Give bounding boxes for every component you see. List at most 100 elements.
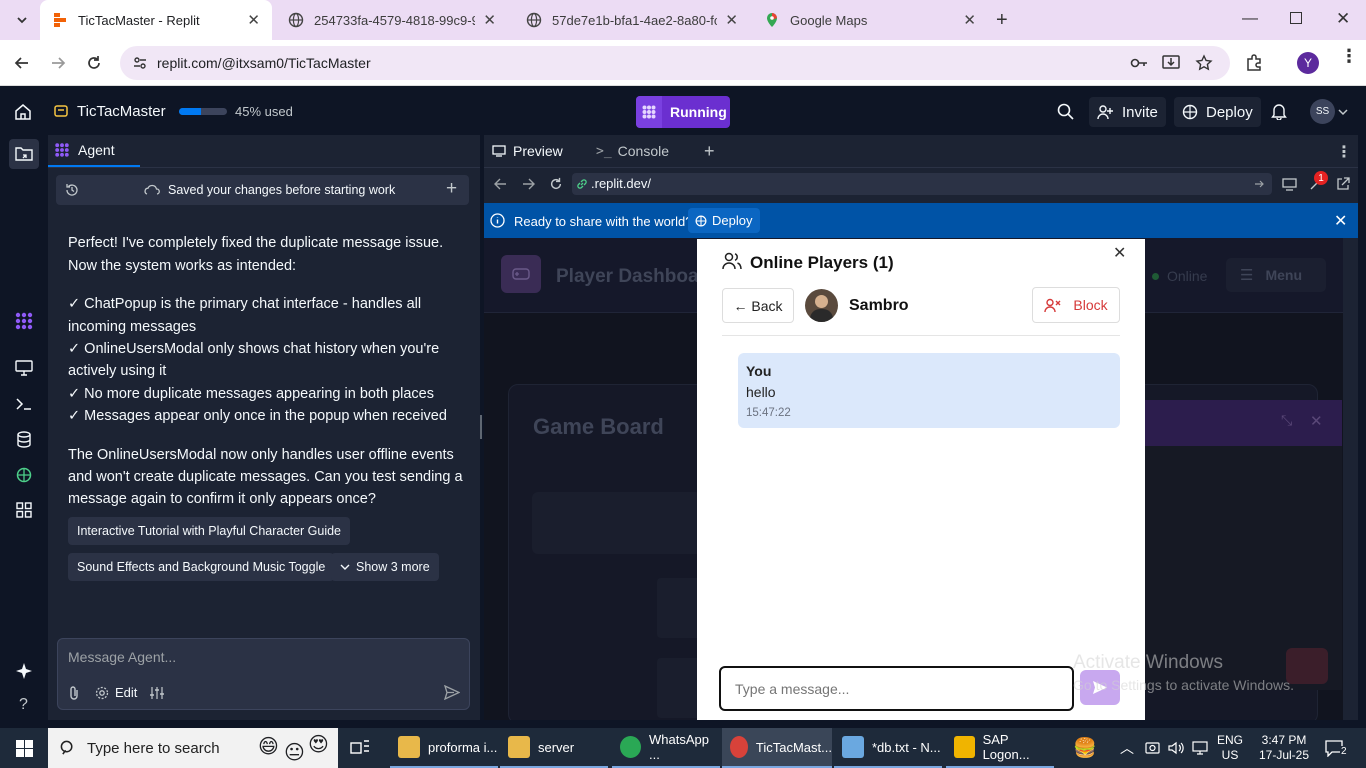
monitor-icon[interactable] <box>15 360 33 376</box>
chevron-down-icon[interactable] <box>1338 108 1348 116</box>
panel-resize-handle[interactable] <box>480 415 482 439</box>
block-button[interactable]: Block <box>1032 287 1120 323</box>
star-icon[interactable] <box>1195 54 1213 72</box>
project-name[interactable]: TicTacMaster <box>77 103 166 120</box>
back-arrow-icon[interactable] <box>494 178 507 190</box>
suggestion-chip[interactable]: Sound Effects and Background Music Toggl… <box>68 553 335 581</box>
reload-icon[interactable] <box>86 55 102 71</box>
users-icon <box>722 252 742 270</box>
site-info-icon[interactable] <box>132 55 148 71</box>
add-icon[interactable]: + <box>446 178 457 200</box>
browser-tab-replit[interactable]: TicTacMaster - Replit ✕ <box>40 0 272 40</box>
camera-icon[interactable] <box>1145 741 1160 754</box>
external-link-icon[interactable] <box>1336 177 1350 191</box>
send-icon[interactable] <box>444 685 460 700</box>
preview-url-bar[interactable]: .replit.dev/ <box>572 173 1272 195</box>
home-icon[interactable] <box>14 103 32 121</box>
paperclip-icon[interactable] <box>68 685 80 701</box>
profile-avatar[interactable]: Y <box>1297 52 1319 74</box>
minimize-button[interactable]: — <box>1242 10 1258 28</box>
agent-icon[interactable] <box>14 311 34 331</box>
close-window-button[interactable]: ✕ <box>1336 9 1350 29</box>
taskbar-app-label: proforma i... <box>428 739 498 755</box>
task-view-icon[interactable] <box>350 739 370 757</box>
close-icon[interactable]: ✕ <box>483 11 496 29</box>
invite-button[interactable]: Invite <box>1089 97 1166 127</box>
start-button[interactable] <box>0 728 48 768</box>
tab-search-button[interactable] <box>10 8 34 32</box>
usage-bar <box>179 108 227 115</box>
database-icon[interactable] <box>16 431 32 448</box>
notification-center-button[interactable]: 2 <box>1322 736 1352 762</box>
taskbar-app-tictacmaster[interactable]: TicTacMast... <box>722 728 832 768</box>
browser-menu-icon[interactable]: ⋮ <box>1340 47 1358 65</box>
restore-button[interactable] <box>1290 12 1302 24</box>
user-avatar[interactable]: SS <box>1310 99 1335 124</box>
browser-tab-3[interactable]: 57de7e1b-bfa1-4ae2-8a80-fc3c ✕ <box>514 0 750 40</box>
forward-arrow-icon[interactable] <box>50 55 66 71</box>
close-icon[interactable]: ✕ <box>725 11 738 29</box>
burger-app-icon[interactable]: 🍔 <box>1073 736 1097 760</box>
taskbar-app-whatsapp[interactable]: WhatsApp ... <box>612 728 720 768</box>
browser-tab-maps[interactable]: Google Maps ✕ <box>752 0 988 40</box>
reload-icon[interactable] <box>549 177 563 191</box>
back-arrow-icon[interactable] <box>14 55 30 71</box>
globe-icon[interactable] <box>16 467 32 483</box>
sliders-icon[interactable] <box>150 686 164 700</box>
minimize-chat-icon[interactable]: ⤡ <box>1281 412 1292 429</box>
install-app-icon[interactable] <box>1162 54 1180 72</box>
new-tab-button[interactable]: + <box>996 9 1008 32</box>
network-icon[interactable] <box>1192 741 1208 755</box>
suggestion-chip[interactable]: Interactive Tutorial with Playful Charac… <box>68 517 351 545</box>
close-icon[interactable]: ✕ <box>1113 243 1126 263</box>
tab-preview[interactable]: Preview <box>484 135 584 167</box>
tab-agent[interactable]: Agent <box>48 135 140 167</box>
history-icon[interactable] <box>65 183 79 197</box>
more-options-icon[interactable]: ⋮ <box>1336 142 1352 162</box>
open-arrow-icon[interactable] <box>1254 179 1265 189</box>
chevron-down-icon <box>340 564 350 570</box>
omnibox[interactable]: replit.com/@itxsam0/TicTacMaster <box>120 46 1230 80</box>
notepad-icon <box>842 736 864 758</box>
show-more-button[interactable]: Show 3 more <box>331 553 439 581</box>
close-icon[interactable]: ✕ <box>247 11 260 29</box>
taskbar-app-sap[interactable]: SAP Logon... <box>946 728 1054 768</box>
clock-time: 3:47 PM <box>1261 733 1307 747</box>
all-tools-icon[interactable] <box>16 502 32 518</box>
menu-button[interactable]: ☰ Menu <box>1226 258 1326 292</box>
forward-arrow-icon[interactable] <box>522 178 535 190</box>
taskbar-app-label: *db.txt - N... <box>872 739 941 755</box>
message-input[interactable] <box>719 666 1074 711</box>
extensions-puzzle-icon[interactable] <box>1245 54 1263 72</box>
banner-deploy-button[interactable]: Deploy <box>688 208 761 233</box>
deploy-button[interactable]: Deploy <box>1174 97 1261 127</box>
shell-icon[interactable] <box>15 396 33 412</box>
close-icon[interactable]: ✕ <box>1334 211 1347 231</box>
agent-input-box[interactable]: Message Agent... Edit <box>57 638 470 710</box>
chevron-up-icon[interactable]: ︿ <box>1120 738 1134 758</box>
taskbar-app-notepad[interactable]: *db.txt - N... <box>834 728 942 768</box>
modal-title: Online Players (1) <box>750 253 894 272</box>
new-tab-icon[interactable]: + <box>704 141 715 162</box>
password-key-icon[interactable] <box>1130 55 1148 71</box>
close-icon[interactable]: ✕ <box>963 11 976 29</box>
taskbar-app-proforma[interactable]: proforma i... <box>390 728 498 768</box>
device-icon[interactable] <box>1282 178 1297 191</box>
close-chat-icon[interactable]: ✕ <box>1310 412 1323 430</box>
clock[interactable]: 3:47 PM 17-Jul-25 <box>1252 733 1316 763</box>
browser-tab-2[interactable]: 254733fa-4579-4818-99c9-9fab ✕ <box>276 0 508 40</box>
taskbar-app-server[interactable]: server <box>500 728 608 768</box>
file-tree-button[interactable] <box>9 139 39 169</box>
language-indicator[interactable]: ENG US <box>1216 733 1244 763</box>
taskbar-search-box[interactable]: Type here to search 😄 😐 😍 <box>48 728 338 768</box>
volume-icon[interactable] <box>1168 741 1184 755</box>
sparkle-icon[interactable] <box>16 663 32 679</box>
agent-message-line: Now the system works as intended: <box>68 258 297 274</box>
help-icon[interactable]: ? <box>19 696 28 714</box>
search-icon[interactable] <box>1057 103 1074 120</box>
run-button[interactable]: Running <box>636 96 730 128</box>
tab-console[interactable]: >_ Console <box>588 135 688 167</box>
back-button[interactable]: ← Back <box>722 288 794 323</box>
edit-mode-button[interactable]: Edit <box>95 685 137 700</box>
bell-icon[interactable] <box>1271 103 1287 120</box>
